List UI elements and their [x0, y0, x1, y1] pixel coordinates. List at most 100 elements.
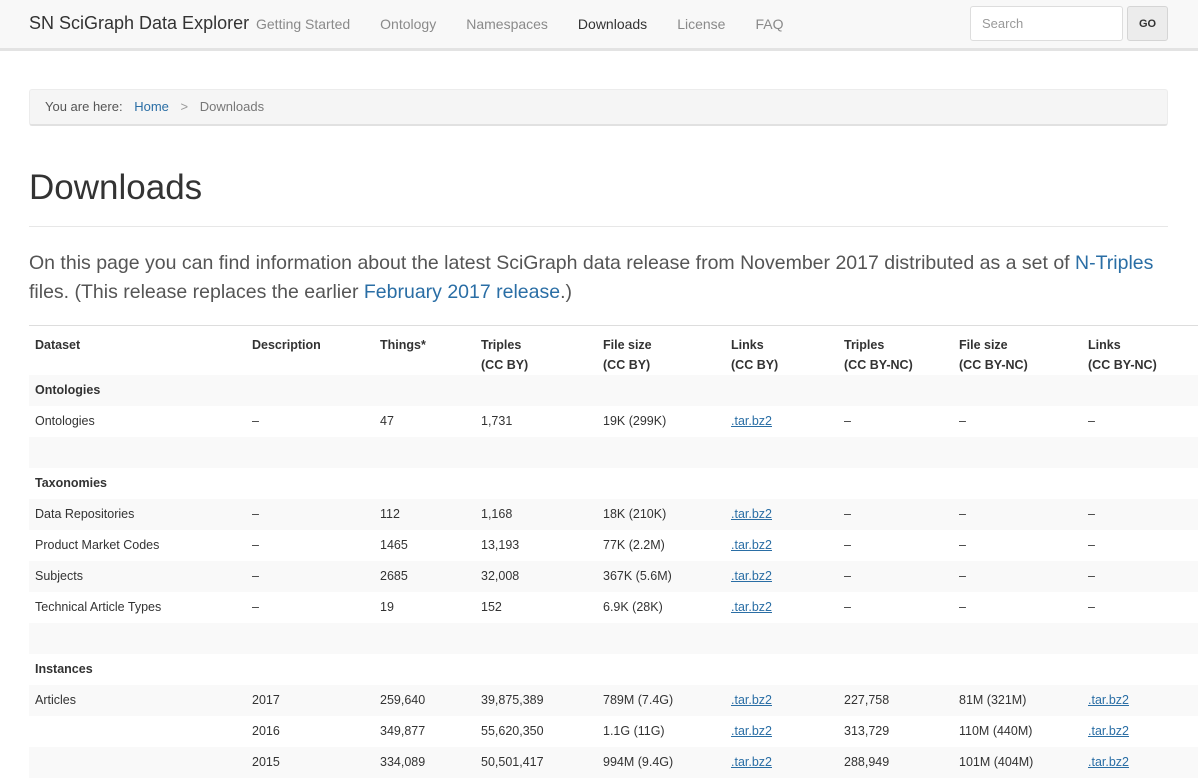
- table-cell: 334,089: [374, 747, 475, 778]
- column-header: File size (CC BY): [597, 325, 725, 375]
- download-link[interactable]: .tar.bz2: [731, 600, 772, 614]
- table-cell: 18K (210K): [597, 499, 725, 530]
- column-header-line: (CC BY-NC): [844, 358, 913, 372]
- table-cell: .tar.bz2: [725, 561, 838, 592]
- column-header-line: Links: [731, 338, 764, 352]
- column-header-line: File size: [959, 338, 1008, 352]
- table-cell: –: [252, 600, 259, 614]
- nav-link-faq[interactable]: FAQ: [740, 0, 798, 48]
- downloads-table: Dataset Description Things* Triples (CC BY) F…: [29, 325, 1198, 778]
- spacer-cell: [29, 623, 1198, 654]
- table-cell: Ontologies: [35, 414, 95, 428]
- download-link[interactable]: .tar.bz2: [1088, 693, 1129, 707]
- table-row: Ontologies – 47 1,731 19K (299K) .tar.bz2 – – –: [29, 406, 1198, 437]
- column-header-line: Dataset: [35, 338, 81, 352]
- column-header: Dataset: [29, 325, 246, 375]
- column-header-line: Things*: [380, 338, 426, 352]
- table-cell: .tar.bz2: [725, 406, 838, 437]
- group-header-row: Instances: [29, 654, 1198, 685]
- nav-link-ontology[interactable]: Ontology: [365, 0, 451, 48]
- nav-link-downloads[interactable]: Downloads: [563, 0, 662, 48]
- intro-text-2: files. (This release replaces the earlie…: [29, 281, 364, 303]
- table-cell: –: [959, 538, 966, 552]
- column-header-line: (CC BY-NC): [1088, 358, 1157, 372]
- table-cell: 101M (404M): [953, 747, 1082, 778]
- table-cell: 152: [481, 600, 502, 614]
- column-header-line: Triples: [481, 338, 522, 352]
- table-row: 2016 349,877 55,620,350 1.1G (11G) .tar.bz2 3…: [29, 716, 1198, 747]
- nav-link-license[interactable]: License: [662, 0, 740, 48]
- table-cell: 259,640: [374, 685, 475, 716]
- table-cell: Technical Article Types: [35, 600, 162, 614]
- table-cell: .tar.bz2: [725, 499, 838, 530]
- table-row: Subjects –2685 32,008 367K (5.6M) .tar.bz2– –…: [29, 561, 1198, 592]
- breadcrumb-separator: >: [180, 99, 189, 114]
- column-header: Links (CC BY-NC): [1082, 325, 1198, 375]
- column-header-line: Links: [1088, 338, 1121, 352]
- breadcrumb-home-link[interactable]: Home: [134, 99, 169, 114]
- column-header-line: (CC BY): [481, 358, 529, 372]
- table-row: 2015 334,089 50,501,417 994M (9.4G) .tar.bz2…: [29, 747, 1198, 778]
- table-cell: .tar.bz2: [1082, 747, 1198, 778]
- download-link[interactable]: .tar.bz2: [731, 569, 772, 583]
- column-header-line: (CC BY): [603, 358, 651, 372]
- table-cell: [29, 716, 246, 747]
- table-cell: 6.9K (28K): [603, 600, 663, 614]
- column-header-line: Triples: [844, 338, 885, 352]
- spacer-row: [29, 437, 1198, 468]
- column-header: File size (CC BY-NC): [953, 325, 1082, 375]
- table-header-row: Dataset Description Things* Triples (CC BY) F…: [29, 325, 1198, 375]
- download-link[interactable]: .tar.bz2: [731, 755, 772, 769]
- table-cell: Subjects: [29, 561, 246, 592]
- table-cell: 1,731: [481, 414, 513, 428]
- download-link[interactable]: .tar.bz2: [731, 538, 772, 552]
- n-triples-link[interactable]: N-Triples: [1075, 252, 1153, 274]
- table-cell: 2017: [246, 685, 374, 716]
- download-link[interactable]: .tar.bz2: [731, 724, 772, 738]
- search-input[interactable]: [970, 6, 1123, 41]
- column-header: Triples (CC BY-NC): [838, 325, 953, 375]
- table-cell: –: [953, 561, 1082, 592]
- table-cell: .tar.bz2: [725, 592, 838, 623]
- table-cell: 2015: [246, 747, 374, 778]
- table-cell: –: [844, 414, 851, 428]
- table-cell: 2685: [374, 561, 475, 592]
- table-cell: [29, 747, 246, 778]
- group-label: Taxonomies: [35, 476, 108, 490]
- top-navbar: SN SciGraph Data Explorer Getting Starte…: [0, 0, 1198, 51]
- table-cell: .tar.bz2: [725, 747, 838, 778]
- table-body: Ontologies Ontologies – 47 1,731 19K (299K) .t…: [29, 375, 1198, 778]
- table-row: Technical Article Types – 19 152 6.9K (28K).…: [29, 592, 1198, 623]
- table-cell: –: [959, 600, 966, 614]
- download-link[interactable]: .tar.bz2: [731, 507, 772, 521]
- table-cell: 19: [380, 600, 394, 614]
- download-link[interactable]: .tar.bz2: [731, 414, 772, 428]
- table-cell: 81M (321M): [953, 685, 1082, 716]
- table-cell: 2016: [252, 724, 280, 738]
- table-cell: 1465: [380, 538, 408, 552]
- table-cell: –: [1088, 414, 1095, 428]
- table-cell: –: [844, 600, 851, 614]
- download-link[interactable]: .tar.bz2: [1088, 724, 1129, 738]
- download-link[interactable]: .tar.bz2: [731, 693, 772, 707]
- table-cell: –: [252, 538, 259, 552]
- column-header-line: File size: [603, 338, 652, 352]
- table-header: Dataset Description Things* Triples (CC BY) F…: [29, 325, 1198, 375]
- table-cell: 13,193: [481, 538, 520, 552]
- nav-link-namespaces[interactable]: Namespaces: [451, 0, 563, 48]
- table-cell: 50,501,417: [475, 747, 597, 778]
- february-2017-release-link[interactable]: February 2017 release: [364, 281, 560, 303]
- table-cell: 112: [374, 499, 475, 530]
- column-header: Triples (CC BY): [475, 325, 597, 375]
- table-cell: –: [838, 561, 953, 592]
- download-link[interactable]: .tar.bz2: [1088, 755, 1129, 769]
- table-cell: 19K (299K): [603, 414, 667, 428]
- table-cell: Articles: [29, 685, 246, 716]
- page-title: Downloads: [29, 168, 203, 207]
- brand-title[interactable]: SN SciGraph Data Explorer: [29, 13, 249, 34]
- nav-link-getting-started[interactable]: Getting Started: [241, 0, 365, 48]
- go-button[interactable]: GO: [1127, 6, 1168, 41]
- intro-text-3: .): [560, 281, 573, 303]
- table-cell: –: [953, 499, 1082, 530]
- table-cell: 227,758: [838, 685, 953, 716]
